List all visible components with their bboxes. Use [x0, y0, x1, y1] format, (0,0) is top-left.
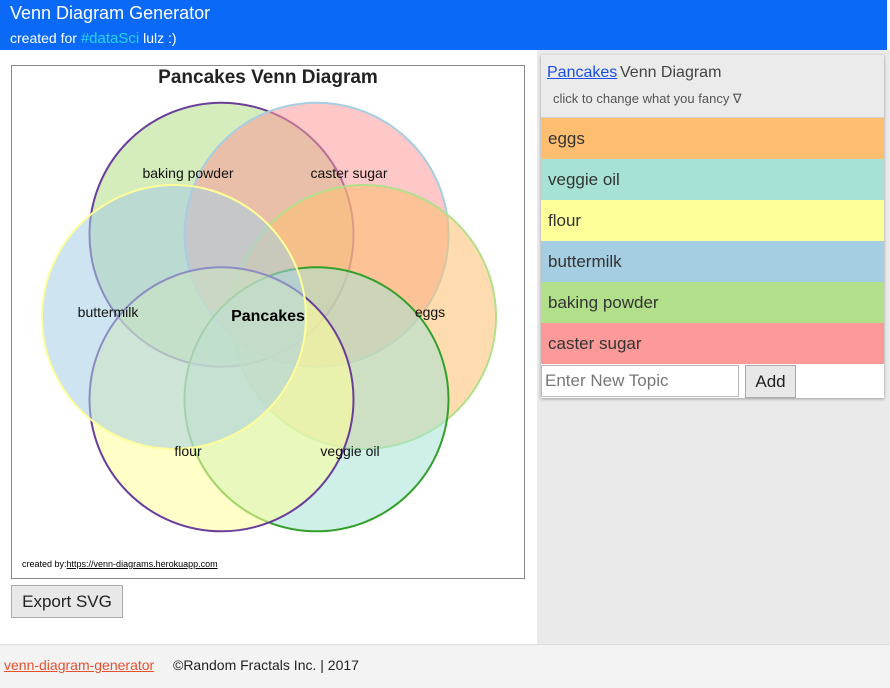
venn-label-baking-powder: baking powder: [142, 165, 233, 181]
subtitle-prefix: created for: [10, 30, 77, 46]
topic-item-eggs[interactable]: eggs: [541, 118, 884, 159]
topic-card: Pancakes Venn Diagram click to change wh…: [541, 55, 884, 398]
venn-label-caster-sugar: caster sugar: [310, 165, 387, 181]
export-svg-button[interactable]: Export SVG: [11, 585, 123, 618]
page-footer: venn-diagram-generator ©Random Fractals …: [0, 644, 890, 688]
topic-suffix: Venn Diagram: [620, 64, 722, 81]
credit-prefix: created by:: [22, 559, 67, 569]
diagram-title: Pancakes Venn Diagram: [158, 67, 378, 88]
topic-item-buttermilk[interactable]: buttermilk: [541, 241, 884, 282]
subtitle-suffix: lulz :): [143, 30, 177, 46]
venn-label-buttermilk: buttermilk: [78, 304, 140, 320]
venn-svg: baking powder caster sugar eggs veggie oil f…: [41, 101, 497, 533]
add-topic-button[interactable]: Add: [745, 365, 796, 398]
topic-link[interactable]: Pancakes: [547, 64, 617, 82]
topic-hint: click to change what you fancy ∇: [553, 91, 742, 106]
venn-label-flour: flour: [174, 443, 202, 459]
credit-link[interactable]: https://venn-diagrams.herokuapp.com: [67, 559, 218, 569]
app-header: Venn Diagram Generator created for #data…: [0, 0, 887, 50]
venn-center-label: Pancakes: [231, 308, 305, 325]
new-topic-input[interactable]: [541, 365, 739, 397]
topic-header: Pancakes Venn Diagram click to change wh…: [541, 55, 884, 118]
app-subtitle: created for #dataSci lulz :): [10, 29, 177, 48]
venn-label-veggie-oil: veggie oil: [320, 443, 379, 459]
datasci-hashtag-link[interactable]: #dataSci: [81, 30, 139, 47]
topic-sidebar: Pancakes Venn Diagram click to change wh…: [537, 50, 890, 644]
topic-item-caster-sugar[interactable]: caster sugar: [541, 323, 884, 364]
venn-diagram: baking powder caster sugar eggs veggie oil f…: [11, 65, 525, 579]
diagram-panel: baking powder caster sugar eggs veggie oil f…: [0, 50, 537, 644]
footer-link[interactable]: venn-diagram-generator: [4, 657, 154, 673]
topic-item-baking-powder[interactable]: baking powder: [541, 282, 884, 323]
app-title: Venn Diagram Generator: [10, 3, 211, 23]
topic-item-flour[interactable]: flour: [541, 200, 884, 241]
topic-list: eggs veggie oil flour buttermilk baking …: [541, 118, 884, 364]
topic-item-veggie-oil[interactable]: veggie oil: [541, 159, 884, 200]
footer-copyright: ©Random Fractals Inc. | 2017: [173, 657, 359, 673]
diagram-credit: created by:https://venn-diagrams.herokua…: [22, 559, 218, 569]
venn-label-eggs: eggs: [415, 304, 445, 320]
